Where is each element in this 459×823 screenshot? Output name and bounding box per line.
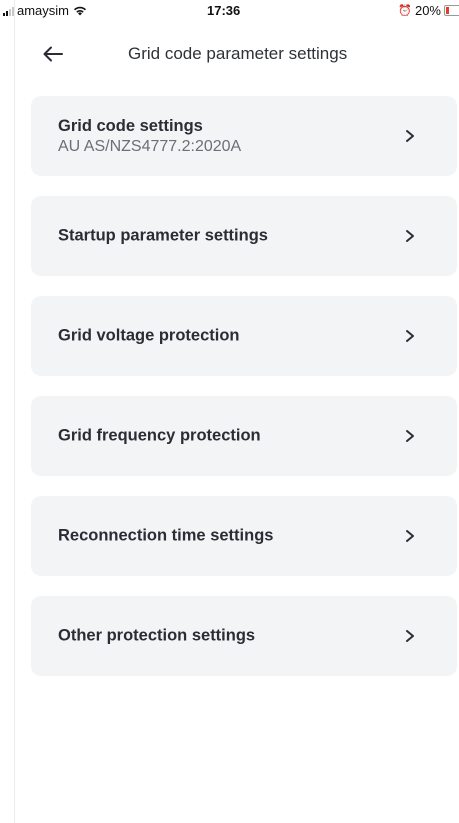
chevron-right-icon	[406, 530, 414, 542]
page-title: Grid code parameter settings	[128, 44, 348, 63]
status-bar: amaysim 17:36 ⏰ 20%	[0, 0, 459, 22]
page-header: Grid code parameter settings	[0, 34, 459, 74]
grid-code-text: Grid code settings AU AS/NZS4777.2:2020A	[58, 116, 241, 157]
arrow-left-icon	[43, 46, 63, 62]
carrier-name: amaysim	[17, 3, 70, 18]
status-time: 17:36	[207, 3, 241, 18]
grid-code-value: AU AS/NZS4777.2:2020A	[58, 138, 242, 155]
settings-item-label: Grid frequency protection	[58, 426, 261, 445]
battery-icon	[444, 5, 459, 16]
back-button[interactable]	[40, 42, 66, 66]
other-protection-settings-item[interactable]: Other protection settings	[31, 596, 457, 676]
settings-item-label: Other protection settings	[58, 626, 256, 645]
alarm-icon: ⏰	[398, 5, 412, 17]
chevron-right-icon	[406, 330, 414, 342]
status-left: amaysim	[3, 3, 87, 18]
battery-level	[446, 7, 449, 14]
chevron-right-icon	[406, 130, 414, 142]
reconnection-time-settings-item[interactable]: Reconnection time settings	[31, 496, 457, 576]
status-right: ⏰ 20%	[398, 3, 459, 18]
grid-code-settings-item[interactable]: Grid code settings AU AS/NZS4777.2:2020A	[31, 96, 457, 176]
startup-parameter-settings-item[interactable]: Startup parameter settings	[31, 196, 457, 276]
chevron-right-icon	[406, 430, 414, 442]
chevron-right-icon	[406, 630, 414, 642]
settings-item-label: Grid voltage protection	[58, 326, 240, 345]
battery-percentage: 20%	[414, 3, 441, 18]
grid-voltage-protection-item[interactable]: Grid voltage protection	[31, 296, 457, 376]
settings-item-label: Startup parameter settings	[58, 226, 268, 245]
wifi-icon	[74, 6, 87, 16]
grid-frequency-protection-item[interactable]: Grid frequency protection	[31, 396, 457, 476]
settings-item-label: Reconnection time settings	[58, 526, 274, 545]
settings-list: Grid code settings AU AS/NZS4777.2:2020A…	[31, 96, 457, 696]
signal-strength-icon	[3, 6, 14, 16]
chevron-right-icon	[406, 230, 414, 242]
grid-code-label: Grid code settings	[58, 117, 203, 135]
